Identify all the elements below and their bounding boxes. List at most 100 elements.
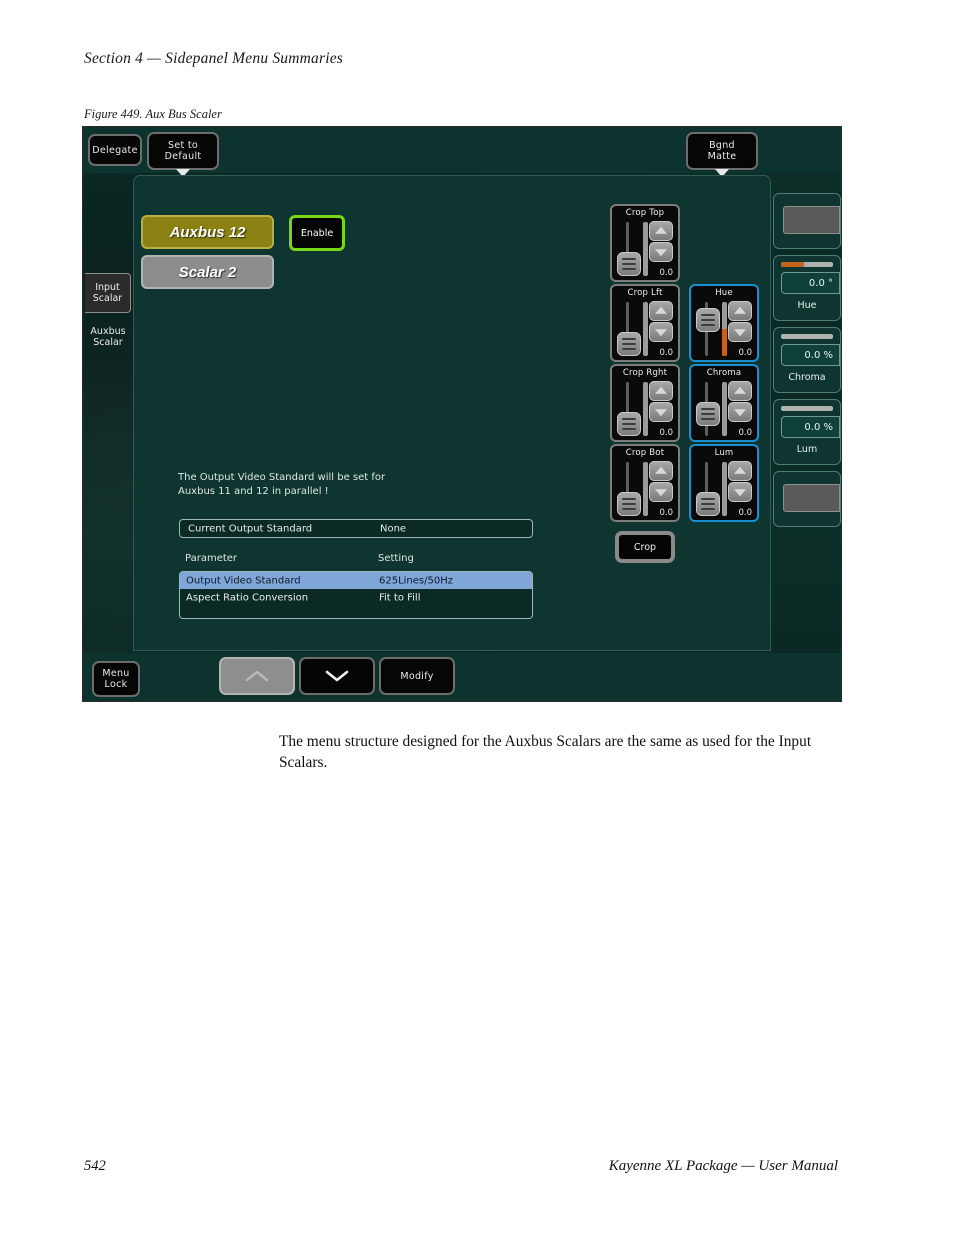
footer-title: Kayenne XL Package — User Manual [608, 1158, 838, 1174]
modify-button[interactable]: Modify [379, 657, 455, 695]
slider-bar [722, 462, 727, 516]
enable-button[interactable]: Enable [289, 215, 345, 251]
slider-value: 0.0 [659, 348, 673, 358]
knob-value: 0.0 % [781, 344, 840, 366]
slider-chroma[interactable]: Chroma 0.0 [689, 364, 759, 442]
slider-increment-button[interactable] [649, 381, 673, 401]
body-paragraph: The menu structure designed for the Auxb… [279, 733, 812, 771]
slider-lum[interactable]: Lum 0.0 [689, 444, 759, 522]
slider-bar [722, 382, 727, 436]
knob-column: 0.0 ° Hue 0.0 % Chroma 0.0 % Lum [773, 175, 841, 651]
slider-increment-button[interactable] [649, 301, 673, 321]
slider-decrement-button[interactable] [728, 402, 752, 422]
knob-blank-bar [783, 206, 840, 234]
table-row[interactable]: Output Video Standard 625Lines/50Hz [180, 572, 532, 589]
slider-title: Chroma [706, 368, 742, 378]
knob-cell-lum[interactable]: 0.0 % Lum [773, 399, 841, 465]
section-header: Section 4 — Sidepanel Menu Summaries [84, 50, 344, 67]
slider-decrement-button[interactable] [649, 402, 673, 422]
page-down-button[interactable] [299, 657, 375, 695]
current-output-standard-readout: Current Output Standard None [179, 519, 533, 538]
slider-knob[interactable] [617, 492, 641, 516]
tab-input-scalar[interactable]: Input Scalar [85, 273, 131, 313]
slider-knob[interactable] [617, 332, 641, 356]
triangle-down-icon [655, 329, 667, 337]
scalar-pad[interactable]: Scalar 2 [141, 255, 274, 289]
slider-title: Crop Top [625, 208, 665, 218]
menu-lock-button[interactable]: Menu Lock [92, 661, 140, 697]
slider-crop-bottom[interactable]: Crop Bot 0.0 [610, 444, 680, 522]
knob-cell-hue[interactable]: 0.0 ° Hue [773, 255, 841, 321]
table-cell-setting: 625Lines/50Hz [379, 575, 453, 586]
table-row[interactable]: Aspect Ratio Conversion Fit to Fill [180, 589, 532, 606]
slider-increment-button[interactable] [649, 221, 673, 241]
slider-bar [643, 302, 648, 356]
slider-value: 0.0 [738, 508, 752, 518]
slider-title: Crop Rght [622, 368, 668, 378]
slider-decrement-button[interactable] [649, 482, 673, 502]
table-cell-parameter: Output Video Standard [186, 575, 301, 586]
bgnd-matte-label: Bgnd Matte [707, 140, 737, 162]
set-to-default-button[interactable]: Set to Default [147, 132, 219, 177]
knob-cell-blank-bottom[interactable] [773, 471, 841, 527]
triangle-down-icon [655, 249, 667, 257]
knob-label: Chroma [788, 372, 826, 383]
slider-crop-right[interactable]: Crop Rght 0.0 [610, 364, 680, 442]
tab-auxbus-scalar[interactable]: Auxbus Scalar [85, 317, 131, 357]
set-to-default-label: Set to Default [164, 140, 202, 162]
table-header-setting: Setting [378, 553, 414, 564]
page-up-button[interactable] [219, 657, 295, 695]
slider-increment-button[interactable] [649, 461, 673, 481]
slider-hue[interactable]: Hue 0.0 [689, 284, 759, 362]
triangle-up-icon [655, 226, 667, 234]
current-output-standard-value: None [380, 523, 407, 534]
slider-bar [643, 222, 648, 276]
slider-bar [643, 462, 648, 516]
figure-caption: Figure 449. Aux Bus Scaler [84, 107, 222, 121]
triangle-down-icon [734, 489, 746, 497]
triangle-up-icon [734, 466, 746, 474]
triangle-down-icon [734, 409, 746, 417]
chevron-down-icon [325, 670, 349, 682]
chevron-up-icon [245, 670, 269, 682]
knob-blank-bar [783, 484, 840, 512]
triangle-up-icon [655, 386, 667, 394]
slider-knob[interactable] [617, 412, 641, 436]
knob-value: 0.0 ° [781, 272, 840, 294]
slider-increment-button[interactable] [728, 461, 752, 481]
slider-decrement-button[interactable] [728, 482, 752, 502]
tab-input-scalar-label: Input Scalar [92, 281, 123, 305]
slider-title: Hue [715, 288, 733, 298]
slider-decrement-button[interactable] [649, 242, 673, 262]
slider-title: Crop Bot [625, 448, 665, 458]
slider-knob[interactable] [617, 252, 641, 276]
crop-button[interactable]: Crop [615, 531, 675, 563]
slider-title: Crop Lft [627, 288, 663, 298]
aux-bus-scaler-screenshot: Delegate Set to Default Bgnd Matte Input… [82, 126, 842, 702]
slider-crop-top[interactable]: Crop Top 0.0 [610, 204, 680, 282]
triangle-up-icon [655, 306, 667, 314]
slider-crop-left[interactable]: Crop Lft 0.0 [610, 284, 680, 362]
slider-bar-fill [722, 329, 727, 356]
triangle-up-icon [655, 466, 667, 474]
slider-knob[interactable] [696, 308, 720, 332]
slider-decrement-button[interactable] [649, 322, 673, 342]
current-output-standard-label: Current Output Standard [188, 523, 313, 534]
knob-cell-chroma[interactable]: 0.0 % Chroma [773, 327, 841, 393]
tab-rail: Input Scalar Auxbus Scalar [83, 173, 131, 653]
knob-cell-blank-top[interactable] [773, 193, 841, 249]
slider-value: 0.0 [659, 268, 673, 278]
footer-page-number: 542 [84, 1158, 106, 1174]
slider-knob[interactable] [696, 402, 720, 426]
delegate-button[interactable]: Delegate [88, 134, 142, 166]
table-cell-parameter: Aspect Ratio Conversion [186, 592, 309, 603]
auxbus-source-pad[interactable]: Auxbus 12 [141, 215, 274, 249]
slider-increment-button[interactable] [728, 381, 752, 401]
table-cell-setting: Fit to Fill [379, 592, 421, 603]
slider-knob[interactable] [696, 492, 720, 516]
slider-decrement-button[interactable] [728, 322, 752, 342]
bgnd-matte-button[interactable]: Bgnd Matte [686, 132, 758, 177]
tab-auxbus-scalar-label: Auxbus Scalar [90, 325, 126, 349]
slider-increment-button[interactable] [728, 301, 752, 321]
knob-value: 0.0 % [781, 416, 840, 438]
